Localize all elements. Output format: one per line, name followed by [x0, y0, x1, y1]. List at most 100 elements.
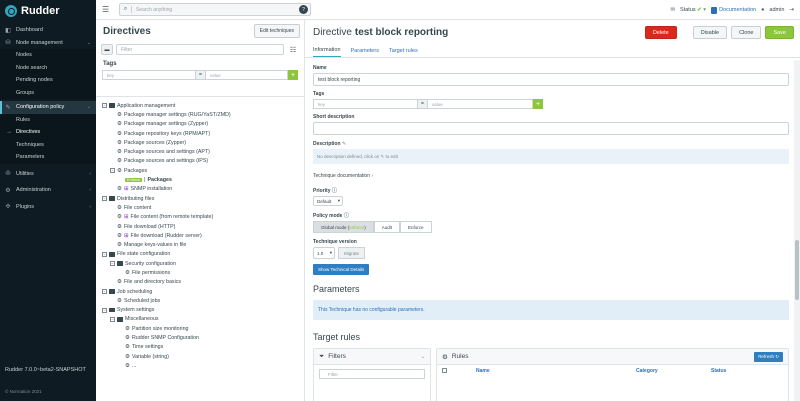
logout-icon[interactable]: ⇥	[789, 7, 794, 13]
global-search[interactable]: ⌕ Search anything ?	[119, 3, 311, 16]
add-tag-button[interactable]: +	[288, 70, 298, 80]
mode-audit-button[interactable]: Audit	[373, 221, 401, 233]
description-field[interactable]: No description defined, click on ✎ to ed…	[313, 149, 789, 164]
tree-directive[interactable]: ⚙ Time settings	[96, 343, 304, 352]
tree-directive[interactable]: ⚙ Scheduled jobs	[96, 296, 304, 305]
tree-category[interactable]: − Distributing files	[96, 194, 304, 203]
folder-toggle-icon[interactable]: ▬	[101, 44, 113, 55]
nav-configuration-policy[interactable]: ✎ Configuration policy ⌄	[0, 101, 96, 114]
user-name[interactable]: admin	[769, 7, 784, 13]
col-name[interactable]: Name	[461, 368, 636, 374]
delete-button[interactable]: Delete	[644, 26, 677, 39]
collapse-icon[interactable]: −	[110, 168, 115, 174]
add-tag-button[interactable]: +	[533, 99, 543, 109]
chevron-down-icon[interactable]: ⌄	[421, 354, 425, 360]
collapse-icon[interactable]: −	[102, 307, 107, 313]
tree-directive[interactable]: ⚙ Manage keys-values in file	[96, 240, 304, 249]
scrollbar-thumb[interactable]	[795, 240, 799, 300]
brand[interactable]: Rudder	[0, 0, 96, 22]
technique-gear-icon: ⚙	[125, 269, 130, 276]
filter-settings-icon[interactable]: ☷	[287, 44, 299, 55]
priority-select[interactable]: Default ▾	[313, 196, 343, 206]
tree-directive[interactable]: ⚙ File download (HTTP)	[96, 222, 304, 231]
tree-directive[interactable]: ⚙ Partition size monitoring	[96, 324, 304, 333]
col-status[interactable]: Status	[711, 368, 726, 374]
pencil-icon[interactable]: ✎	[342, 141, 346, 147]
collapse-icon[interactable]: −	[110, 316, 115, 322]
mode-global-button[interactable]: Global mode (enforce)	[313, 221, 374, 233]
tab-target-rules[interactable]: Target rules	[389, 48, 418, 57]
tree-directive[interactable]: ⚙ Package manager settings (Zypper)	[96, 120, 304, 129]
col-category[interactable]: Category	[636, 368, 711, 374]
collapse-icon[interactable]: −	[102, 251, 107, 257]
edit-techniques-button[interactable]: Edit techniques	[253, 24, 300, 38]
tag-value-input[interactable]: value	[427, 99, 533, 109]
select-all-checkbox[interactable]	[442, 368, 447, 373]
collapse-icon[interactable]: −	[102, 103, 107, 109]
nav-plugins[interactable]: ✣ Plugins ‹	[0, 201, 96, 214]
hamburger-menu-icon[interactable]: ☰	[102, 5, 112, 14]
tree-directive[interactable]: ⚙ Package sources and settings (APT)	[96, 147, 304, 156]
tree-directive[interactable]: ⚙ Package repository keys (RPM/APT)	[96, 129, 304, 138]
collapse-icon[interactable]: −	[102, 196, 107, 202]
sidebar-item-node-search[interactable]: Node search	[0, 61, 96, 74]
short-description-field[interactable]	[313, 122, 789, 135]
save-button[interactable]: Save	[765, 26, 794, 39]
rules-filter-input[interactable]: Filter	[319, 369, 425, 379]
directive-filter-input[interactable]: Filter	[116, 44, 284, 55]
tag-key-input[interactable]: key	[313, 99, 418, 109]
sidebar-item-groups[interactable]: Groups	[0, 86, 96, 99]
collapse-icon[interactable]: −	[110, 261, 115, 267]
disable-button[interactable]: Disable	[692, 26, 728, 39]
detail-scrollbar[interactable]	[794, 60, 800, 401]
mode-enforce-button[interactable]: Enforce	[400, 221, 432, 233]
tree-directive[interactable]: ⚙ ⊞ File download (Rudder server)	[96, 231, 304, 240]
tree-category[interactable]: − Miscellaneous	[96, 315, 304, 324]
nav-utilities[interactable]: ✇ Utilities ‹	[0, 168, 96, 181]
tree-category[interactable]: − Security configuration	[96, 259, 304, 268]
show-technical-details-button[interactable]: Show Technical Details	[313, 264, 370, 275]
tree-directive[interactable]: ⚙ ⊞ File content (from remote template)	[96, 213, 304, 222]
tree-directive[interactable]: ⚙ Variable (string)	[96, 352, 304, 361]
tree-directive[interactable]: ⚙ Package sources and settings (IPS)	[96, 157, 304, 166]
clone-button[interactable]: Clone	[731, 26, 762, 39]
name-field[interactable]: test block reporting	[313, 73, 789, 86]
nav-dashboard[interactable]: ◧ Dashboard	[0, 24, 96, 37]
status-menu[interactable]: Status ✔ ▾	[680, 7, 706, 13]
sidebar-item-nodes[interactable]: Nodes	[0, 49, 96, 62]
technique-version-select[interactable]: 1.0 ▾	[313, 247, 335, 259]
tree-directive[interactable]: ⚙ Package manager settings (RUG/YaST/ZMD)	[96, 110, 304, 119]
documentation-link[interactable]: Documentation	[711, 6, 756, 14]
nav-administration[interactable]: ⚙ Administration ‹	[0, 184, 96, 197]
collapse-icon[interactable]: −	[102, 289, 107, 295]
tree-directive[interactable]: ⚙ File content	[96, 203, 304, 212]
help-icon[interactable]: ?	[299, 5, 308, 14]
sidebar-item-pending-nodes[interactable]: Pending nodes	[0, 74, 96, 87]
sidebar-item-parameters[interactable]: Parameters	[0, 151, 96, 164]
tree-directive[interactable]: ⚙ File permissions	[96, 268, 304, 277]
tab-parameters[interactable]: Parameters	[351, 48, 379, 57]
tree-category[interactable]: − File state configuration	[96, 250, 304, 259]
migrate-button[interactable]: Migrate	[338, 247, 366, 259]
tree-category[interactable]: − System settings	[96, 306, 304, 315]
nav-node-management[interactable]: ⛁ Node management ⌄	[0, 37, 96, 50]
search-input[interactable]: Search anything	[132, 7, 299, 13]
tag-key-input[interactable]: key	[102, 70, 197, 80]
tree-category[interactable]: − Application management	[96, 101, 304, 110]
tree-directive[interactable]: ⚙ ⊞ SNMP installation	[96, 185, 304, 194]
technique-documentation-toggle[interactable]: Technique documentation ›	[313, 173, 789, 179]
tree-category[interactable]: − Job scheduling	[96, 287, 304, 296]
tree-directive[interactable]: ⚙...	[96, 361, 304, 370]
tag-value-input[interactable]: value	[204, 70, 289, 80]
tree-directive[interactable]: ⚙ File and directory basics	[96, 278, 304, 287]
tree-directive[interactable]: Enforce | Packages	[96, 175, 304, 184]
tree-directive[interactable]: ⚙ Package sources (Zypper)	[96, 138, 304, 147]
notification-icon[interactable]: ✉	[670, 7, 675, 13]
sidebar-item-directives[interactable]: Directives	[0, 126, 96, 139]
refresh-button[interactable]: Refresh ↻	[754, 351, 783, 362]
sidebar-item-rules[interactable]: Rules	[0, 113, 96, 126]
sidebar-item-techniques[interactable]: Techniques	[0, 138, 96, 151]
tree-directive[interactable]: − ⚙ Packages	[96, 166, 304, 175]
tree-directive[interactable]: ⚙ Rudder SNMP Configuration	[96, 333, 304, 342]
tab-information[interactable]: Information	[313, 47, 341, 57]
